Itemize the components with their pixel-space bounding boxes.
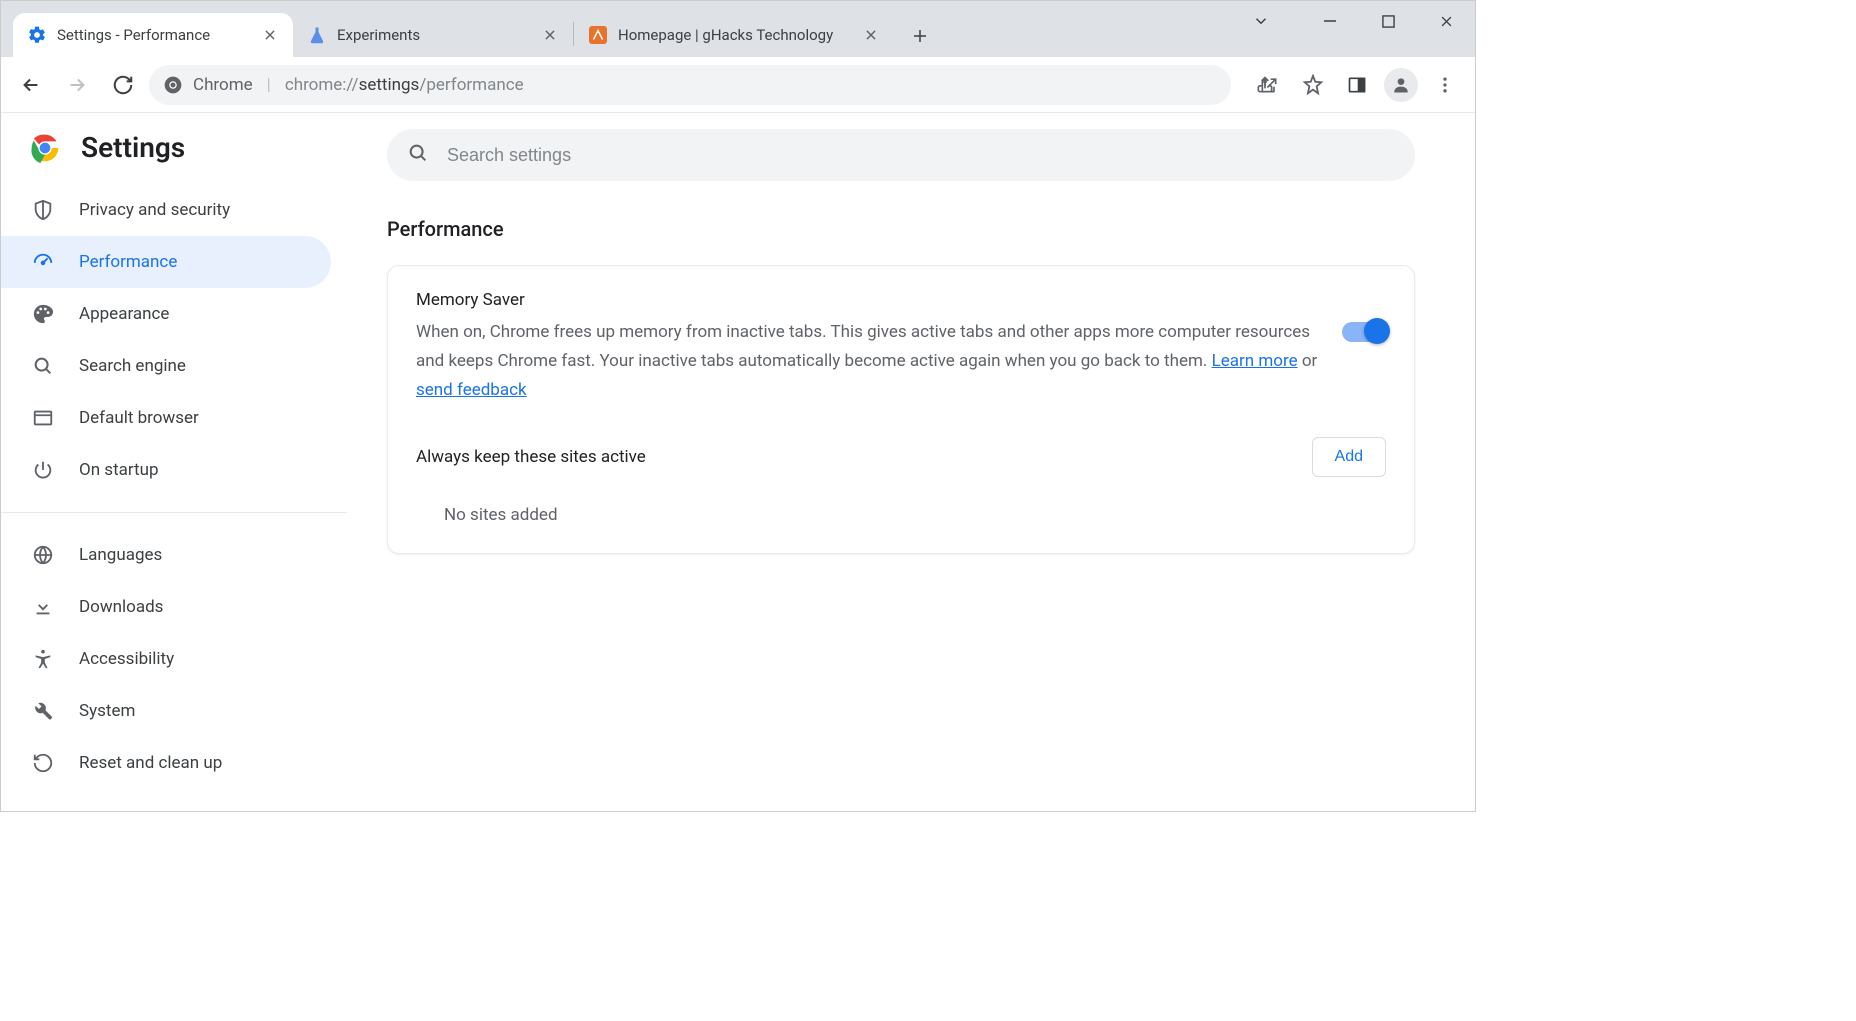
flask-icon — [307, 25, 327, 45]
maximize-button[interactable] — [1359, 1, 1417, 41]
search-icon — [407, 142, 429, 168]
ghacks-icon — [588, 25, 608, 45]
send-feedback-link[interactable]: send feedback — [416, 380, 527, 400]
restore-icon — [31, 751, 55, 775]
sidebar-item-label: System — [79, 701, 135, 721]
sidebar-item-label: Appearance — [79, 304, 169, 324]
sidebar-item-performance[interactable]: Performance — [1, 236, 331, 288]
search-icon — [31, 354, 55, 378]
wrench-icon — [31, 699, 55, 723]
search-settings-box[interactable] — [387, 129, 1415, 181]
site-chip[interactable]: Chrome — [163, 75, 253, 95]
sidebar-item-privacy[interactable]: Privacy and security — [1, 184, 331, 236]
tab-strip: Settings - Performance Experiments Homep… — [1, 1, 938, 57]
sidebar-item-label: Downloads — [79, 597, 163, 617]
omnibox-separator: | — [267, 75, 271, 95]
gear-icon — [27, 25, 47, 45]
search-settings-input[interactable] — [447, 145, 1395, 166]
avatar-icon — [1384, 68, 1418, 102]
palette-icon — [31, 302, 55, 326]
omnibox-url: chrome://settings/performance — [285, 75, 524, 95]
menu-button[interactable] — [1425, 65, 1465, 105]
tab-search-button[interactable] — [1241, 1, 1281, 41]
memory-saver-title: Memory Saver — [416, 290, 1318, 310]
sidebar-item-label: Default browser — [79, 408, 199, 428]
sidebar-item-label: Search engine — [79, 356, 186, 376]
globe-icon — [31, 543, 55, 567]
minimize-button[interactable] — [1301, 1, 1359, 41]
sidebar-item-accessibility[interactable]: Accessibility — [1, 633, 331, 685]
power-icon — [31, 458, 55, 482]
no-sites-message: No sites added — [388, 497, 1414, 553]
tab-title: Settings - Performance — [57, 26, 251, 44]
accessibility-icon — [31, 647, 55, 671]
reload-button[interactable] — [103, 65, 143, 105]
memory-saver-description: When on, Chrome frees up memory from ina… — [416, 318, 1318, 405]
sidebar-item-reset[interactable]: Reset and clean up — [1, 737, 331, 789]
side-panel-button[interactable] — [1337, 65, 1377, 105]
memory-saver-toggle[interactable] — [1342, 322, 1386, 342]
search-row — [347, 113, 1475, 197]
sidebar-item-languages[interactable]: Languages — [1, 529, 331, 581]
forward-button[interactable] — [57, 65, 97, 105]
tab-settings[interactable]: Settings - Performance — [13, 13, 293, 57]
close-window-button[interactable] — [1417, 1, 1475, 41]
sidebar-item-label: Reset and clean up — [79, 753, 222, 773]
always-active-title: Always keep these sites active — [416, 447, 646, 467]
sidebar-item-downloads[interactable]: Downloads — [1, 581, 331, 633]
close-icon[interactable] — [541, 26, 559, 44]
shield-icon — [31, 198, 55, 222]
sidebar-item-label: Accessibility — [79, 649, 174, 669]
close-icon[interactable] — [261, 26, 279, 44]
address-bar[interactable]: Chrome | chrome://settings/performance — [149, 65, 1231, 105]
sidebar-item-system[interactable]: System — [1, 685, 331, 737]
settings-header: Settings — [1, 113, 347, 178]
tab-ghacks[interactable]: Homepage | gHacks Technology — [574, 13, 894, 57]
sidebar-item-appearance[interactable]: Appearance — [1, 288, 331, 340]
back-button[interactable] — [11, 65, 51, 105]
main-body: Performance Memory Saver When on, Chrome… — [347, 197, 1475, 554]
tab-title: Homepage | gHacks Technology — [618, 26, 852, 44]
profile-button[interactable] — [1381, 65, 1421, 105]
site-chip-label: Chrome — [193, 75, 253, 95]
sidebar-item-on-startup[interactable]: On startup — [1, 444, 331, 496]
sidebar-item-label: Performance — [79, 252, 177, 272]
sidebar-item-default-browser[interactable]: Default browser — [1, 392, 331, 444]
browser-icon — [31, 406, 55, 430]
main-column: Performance Memory Saver When on, Chrome… — [347, 113, 1475, 811]
speedometer-icon — [31, 250, 55, 274]
chrome-logo-icon — [29, 132, 61, 164]
window-titlebar: Settings - Performance Experiments Homep… — [1, 1, 1475, 57]
content: Settings Privacy and security Performance… — [1, 113, 1475, 811]
tab-experiments[interactable]: Experiments — [293, 13, 573, 57]
close-icon[interactable] — [862, 26, 880, 44]
memory-saver-row: Memory Saver When on, Chrome frees up me… — [388, 266, 1414, 429]
page-title: Settings — [81, 131, 185, 164]
tab-title: Experiments — [337, 26, 531, 44]
learn-more-link[interactable]: Learn more — [1212, 351, 1298, 371]
bookmark-button[interactable] — [1293, 65, 1333, 105]
browser-toolbar: Chrome | chrome://settings/performance — [1, 57, 1475, 113]
add-site-button[interactable]: Add — [1312, 437, 1386, 477]
always-active-row: Always keep these sites active Add — [388, 429, 1414, 497]
download-icon — [31, 595, 55, 619]
sidebar-divider — [1, 512, 347, 513]
sidebar-item-label: Privacy and security — [79, 200, 230, 220]
toolbar-right — [1245, 65, 1465, 105]
chrome-icon — [163, 75, 183, 95]
sidebar-item-label: On startup — [79, 460, 159, 480]
section-title: Performance — [387, 217, 1415, 241]
sidebar[interactable]: Privacy and security Performance Appearanc… — [1, 178, 347, 811]
new-tab-button[interactable] — [902, 18, 938, 54]
sidebar-item-search-engine[interactable]: Search engine — [1, 340, 331, 392]
sidebar-item-label: Languages — [79, 545, 162, 565]
sidebar-column: Settings Privacy and security Performance… — [1, 113, 347, 811]
performance-card: Memory Saver When on, Chrome frees up me… — [387, 265, 1415, 554]
window-controls — [1241, 1, 1475, 41]
